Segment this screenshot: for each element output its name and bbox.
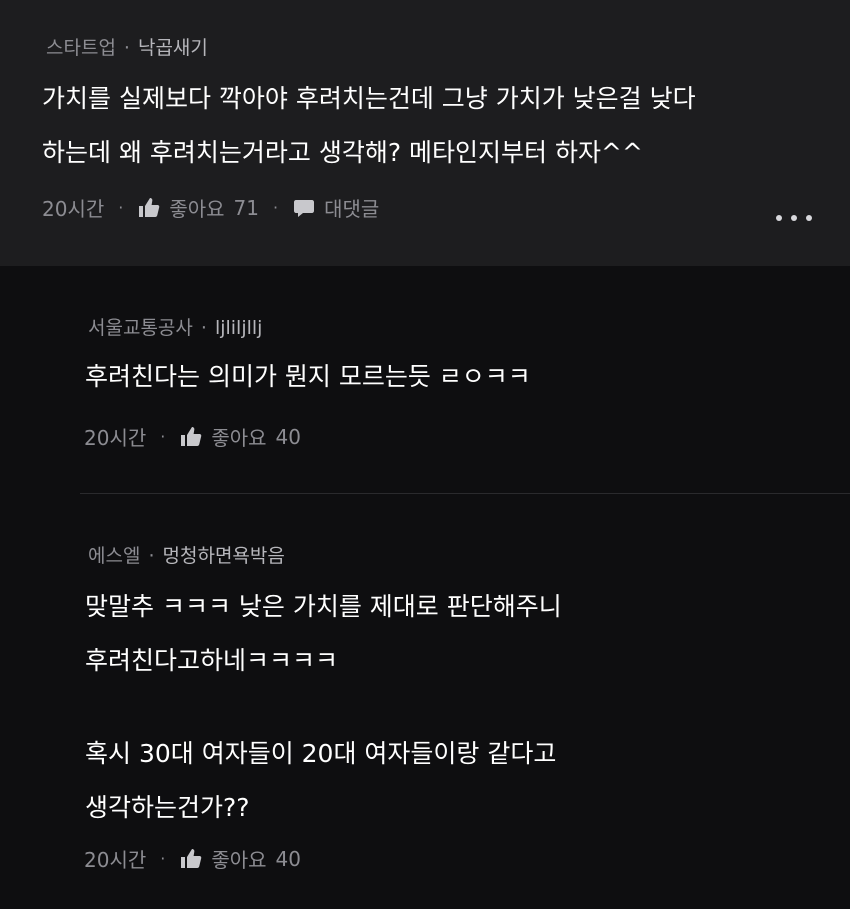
comment-actions: 20시간 · 좋아요 71 · 대댓글 <box>42 193 379 222</box>
reply-author-line: 서울교통공사 · ljliljllj <box>88 313 262 340</box>
comment-line: 혹시 30대 여자들이 20대 여자들이랑 같다고 <box>85 739 557 768</box>
comment-line: 맞말추 ㅋㅋㅋ 낮은 가치를 제대로 판단해주니 <box>85 592 562 621</box>
thumbs-up-icon <box>137 196 161 220</box>
like-count: 71 <box>233 195 259 220</box>
comment-author-line: 스타트업 · 낙곱새기 <box>46 33 208 60</box>
meta-separator: · <box>200 317 207 339</box>
like-count: 40 <box>275 846 301 871</box>
timestamp: 20시간 <box>84 848 147 872</box>
like-count: 40 <box>275 424 301 449</box>
reply-label: 대댓글 <box>324 197 380 221</box>
meta-separator: · <box>123 37 130 59</box>
company-label[interactable]: 에스엘 <box>88 545 140 567</box>
meta-separator: · <box>160 427 166 446</box>
nickname-label[interactable]: 멍청하면욕박음 <box>163 545 285 567</box>
reply-divider <box>80 493 850 494</box>
timestamp: 20시간 <box>42 197 105 221</box>
more-horizontal-icon[interactable] <box>776 208 812 228</box>
more-dot <box>776 215 782 221</box>
more-dot <box>791 215 797 221</box>
like-button[interactable]: 좋아요 40 <box>179 844 301 873</box>
company-label[interactable]: 서울교통공사 <box>88 317 193 339</box>
thumbs-up-icon <box>179 425 203 449</box>
reply-body: 후려친다는 의미가 뭔지 모르는듯 ㄹㅇㅋㅋ <box>85 350 531 404</box>
timestamp: 20시간 <box>84 426 147 450</box>
speech-bubble-icon <box>292 196 316 220</box>
like-button[interactable]: 좋아요 40 <box>179 422 301 451</box>
like-label: 좋아요 <box>211 848 267 872</box>
reply-actions: 20시간 · 좋아요 40 <box>84 422 301 451</box>
like-label: 좋아요 <box>211 426 267 450</box>
meta-separator: · <box>118 198 124 217</box>
nickname-label[interactable]: 낙곱새기 <box>138 37 208 59</box>
like-button[interactable]: 좋아요 71 <box>137 193 259 222</box>
meta-separator: · <box>273 198 279 217</box>
reply-actions: 20시간 · 좋아요 40 <box>84 844 301 873</box>
comment-body: 가치를 실제보다 깍아야 후려치는건데 그냥 가치가 낮은걸 낮다 하는데 왜 … <box>42 72 696 180</box>
comment-line: 가치를 실제보다 깍아야 후려치는건데 그냥 가치가 낮은걸 낮다 <box>42 84 696 113</box>
comment-line: 생각하는건가?? <box>85 793 250 822</box>
company-label[interactable]: 스타트업 <box>46 37 116 59</box>
more-dot <box>806 215 812 221</box>
comment-line: 후려친다고하네ㅋㅋㅋㅋ <box>85 646 339 675</box>
reply-button[interactable]: 대댓글 <box>292 193 379 222</box>
meta-separator: · <box>160 849 166 868</box>
like-label: 좋아요 <box>169 197 225 221</box>
thumbs-up-icon <box>179 847 203 871</box>
nickname-label[interactable]: ljliljllj <box>215 317 263 339</box>
comment-card: 스타트업 · 낙곱새기 가치를 실제보다 깍아야 후려치는건데 그냥 가치가 낮은걸… <box>0 0 850 266</box>
comment-line: 후려친다는 의미가 뭔지 모르는듯 ㄹㅇㅋㅋ <box>85 362 531 391</box>
reply-author-line: 에스엘 · 멍청하면욕박음 <box>88 541 285 568</box>
reply-body: 맞말추 ㅋㅋㅋ 낮은 가치를 제대로 판단해주니 후려친다고하네ㅋㅋㅋㅋ 혹시 … <box>85 580 562 835</box>
comment-line: 하는데 왜 후려치는거라고 생각해? 메타인지부터 하자^^ <box>42 138 643 167</box>
meta-separator: · <box>148 545 155 567</box>
